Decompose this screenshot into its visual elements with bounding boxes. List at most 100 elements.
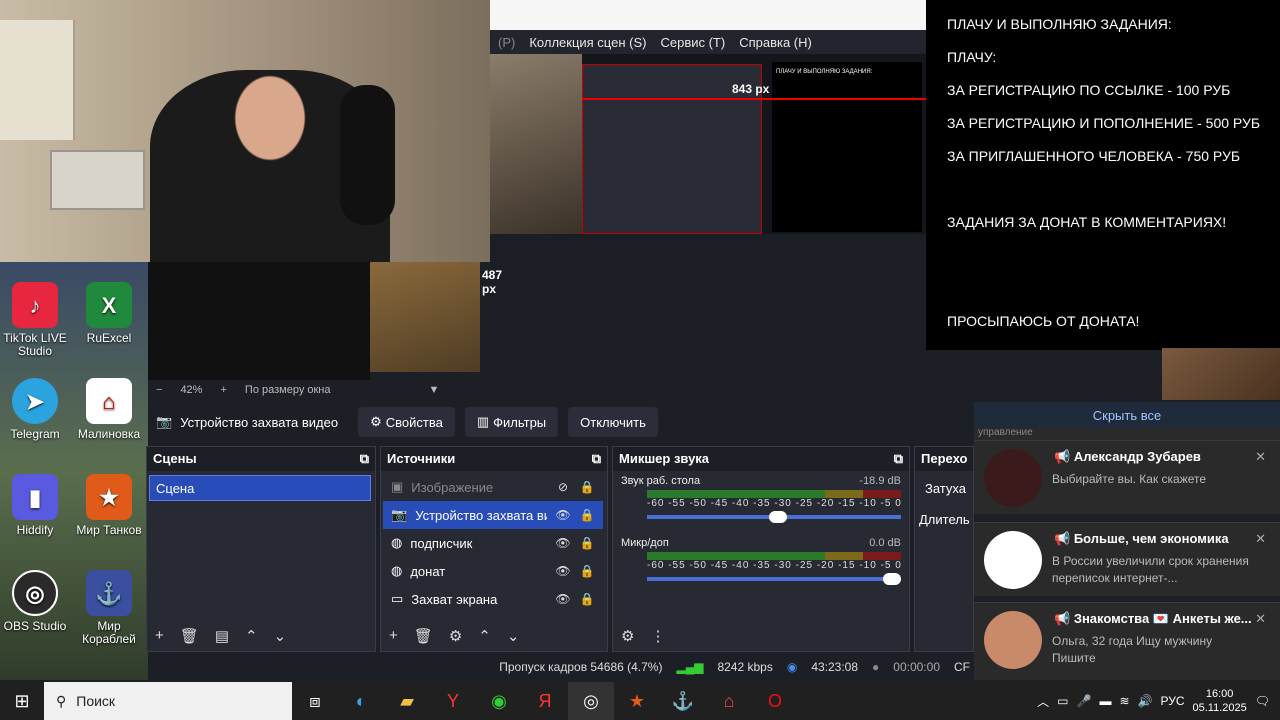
- gear-icon[interactable]: ⚙: [621, 627, 634, 645]
- edge-icon[interactable]: ◐: [338, 682, 384, 720]
- source-item[interactable]: 📷 Устройство захвата ви, 👁 🔒: [383, 501, 603, 529]
- mic-icon[interactable]: 🎤: [1077, 694, 1092, 708]
- notification-card[interactable]: 📢 Александр Зубарев Выбирайте вы. Как ск…: [974, 440, 1280, 514]
- properties-button[interactable]: ⚙ Свойства: [358, 407, 455, 437]
- undock-icon[interactable]: ⧉: [360, 451, 369, 467]
- desktop-icon-malinovka[interactable]: ⌂ Малиновка: [74, 378, 144, 470]
- chevron-down-icon[interactable]: ▼: [429, 384, 440, 396]
- rec-time: 00:00:00: [893, 660, 940, 674]
- hiddify-icon: ▮: [12, 474, 58, 520]
- source-item[interactable]: ◍ подписчик 👁 🔒: [383, 529, 603, 557]
- filters-button[interactable]: ▥ Фильтры: [464, 407, 559, 437]
- bitrate: 8242 kbps: [717, 660, 773, 674]
- eye-icon[interactable]: 👁: [555, 592, 571, 606]
- chevron-up-icon[interactable]: ⌃: [478, 627, 491, 645]
- close-icon[interactable]: ✕: [1255, 531, 1266, 547]
- nested-text-panel: ПЛАЧУ И ВЫПОЛНЯЮ ЗАДАНИЯ:: [772, 62, 922, 232]
- source-name: донат: [410, 563, 446, 579]
- fader-knob[interactable]: [883, 573, 901, 585]
- undock-icon[interactable]: ⧉: [894, 451, 903, 467]
- dock-title: Перехо: [921, 451, 968, 466]
- language-indicator[interactable]: РУС: [1160, 694, 1184, 708]
- lock-icon[interactable]: 🔒: [579, 536, 595, 550]
- desktop-icon-hiddify[interactable]: ▮ Hiddify: [0, 474, 70, 566]
- source-item[interactable]: ◍ донат 👁 🔒: [383, 557, 603, 585]
- opera-icon[interactable]: O: [752, 682, 798, 720]
- monitor-icon: ▭: [391, 591, 404, 606]
- eye-icon[interactable]: 👁: [555, 536, 571, 550]
- chevron-down-icon[interactable]: ⌄: [507, 627, 520, 645]
- desktop-icon-telegram[interactable]: ➤ Telegram: [0, 378, 70, 470]
- menu-item-help[interactable]: Справка (H): [739, 35, 812, 50]
- desktop-icon-tanks[interactable]: ★ Мир Танков: [74, 474, 144, 566]
- source-item[interactable]: ▣ Изображение ⊘ 🔒: [383, 473, 603, 501]
- gear-icon[interactable]: ⚙: [449, 627, 462, 645]
- lock-icon[interactable]: 🔒: [579, 592, 595, 606]
- trash-icon[interactable]: 🗑: [414, 627, 433, 645]
- disable-button[interactable]: Отключить: [568, 407, 658, 437]
- trash-icon[interactable]: 🗑: [180, 627, 199, 645]
- notification-card[interactable]: 📢 Знакомства 💌 Анкеты же... Ольга, 32 го…: [974, 602, 1280, 680]
- yandex-browser-icon[interactable]: Y: [430, 682, 476, 720]
- desktop-icon-tiktok[interactable]: ♪ TikTok LIVE Studio: [0, 282, 70, 374]
- obs-taskbar-icon[interactable]: ◎: [568, 682, 614, 720]
- hide-all-button[interactable]: Скрыть все: [974, 402, 1280, 428]
- lock-icon[interactable]: 🔒: [579, 480, 595, 494]
- menu-item-p[interactable]: (P): [498, 35, 515, 50]
- task-view-icon[interactable]: ⧈: [292, 682, 338, 720]
- desktop-icon-ruexcel[interactable]: X RuExcel: [74, 282, 144, 374]
- malinovka-taskbar-icon[interactable]: ⌂: [706, 682, 752, 720]
- close-icon[interactable]: ✕: [1255, 611, 1266, 627]
- filter-icon[interactable]: ▤: [215, 627, 229, 645]
- desktop-icon-ships[interactable]: ⚓ Мир Кораблей: [74, 570, 144, 662]
- chrome-icon[interactable]: ◉: [476, 682, 522, 720]
- yandex-icon[interactable]: Я: [522, 682, 568, 720]
- wifi-icon[interactable]: ≋: [1119, 694, 1129, 708]
- text-line: ЗА РЕГИСТРАЦИЮ ПО ССЫЛКЕ - 100 РУБ: [947, 82, 1231, 98]
- zoom-out-button[interactable]: −: [156, 384, 162, 396]
- menu-item-scene-collection[interactable]: Коллекция сцен (S): [529, 35, 646, 50]
- chevron-down-icon[interactable]: ⌄: [274, 627, 287, 645]
- eye-icon[interactable]: 👁: [555, 564, 571, 578]
- obs-menubar: (P) Коллекция сцен (S) Сервис (T) Справк…: [490, 30, 926, 54]
- volume-fader[interactable]: [647, 511, 901, 523]
- file-explorer-icon[interactable]: ▰: [384, 682, 430, 720]
- tanks-taskbar-icon[interactable]: ★: [614, 682, 660, 720]
- camera-tray-icon[interactable]: ▭: [1057, 694, 1068, 708]
- icon-label: Мир Танков: [76, 523, 142, 537]
- desktop-icon-obs[interactable]: ◎ OBS Studio: [0, 570, 70, 662]
- eye-icon[interactable]: 👁: [555, 508, 571, 522]
- notification-card[interactable]: 📢 Больше, чем экономика В России увеличи…: [974, 522, 1280, 596]
- ships-taskbar-icon[interactable]: ⚓: [660, 682, 706, 720]
- windows-start-icon[interactable]: ⊞: [0, 682, 44, 720]
- volume-fader[interactable]: [647, 573, 901, 585]
- fit-to-window[interactable]: По размеру окна: [245, 384, 331, 396]
- clock[interactable]: 16:00 05.11.2025: [1193, 687, 1247, 715]
- volume-icon[interactable]: 🔊: [1138, 694, 1153, 708]
- notification-center-icon[interactable]: 🗨: [1255, 694, 1270, 708]
- scene-item[interactable]: Сцена: [149, 475, 371, 501]
- text-line: [947, 247, 1280, 280]
- scenes-header: Сцены ⧉: [147, 447, 375, 471]
- source-name: Устройство захвата видео: [180, 414, 339, 430]
- zoom-in-button[interactable]: +: [220, 384, 226, 396]
- undock-icon[interactable]: ⧉: [592, 451, 601, 467]
- more-icon[interactable]: ⋮: [650, 627, 665, 645]
- lock-icon[interactable]: 🔒: [579, 564, 595, 578]
- battery-icon[interactable]: ▬: [1099, 694, 1111, 708]
- fader-knob[interactable]: [768, 511, 787, 523]
- add-icon[interactable]: +: [389, 627, 398, 645]
- eye-off-icon[interactable]: ⊘: [555, 480, 571, 494]
- chevron-up-icon[interactable]: ⌃: [245, 627, 258, 645]
- taskbar-search[interactable]: ⚲ Поиск: [44, 682, 292, 720]
- excel-icon: X: [86, 282, 132, 328]
- icon-label: Telegram: [10, 427, 60, 441]
- transition-select[interactable]: Затуха: [925, 481, 973, 496]
- close-icon[interactable]: ✕: [1255, 449, 1266, 465]
- chevron-up-icon[interactable]: ︿: [1037, 693, 1049, 710]
- source-item[interactable]: ▭ Захват экрана 👁 🔒: [383, 585, 603, 613]
- menu-item-tools[interactable]: Сервис (T): [660, 35, 725, 50]
- add-icon[interactable]: +: [155, 627, 164, 645]
- lock-icon[interactable]: 🔒: [579, 508, 595, 522]
- sources-header: Источники ⧉: [381, 447, 607, 471]
